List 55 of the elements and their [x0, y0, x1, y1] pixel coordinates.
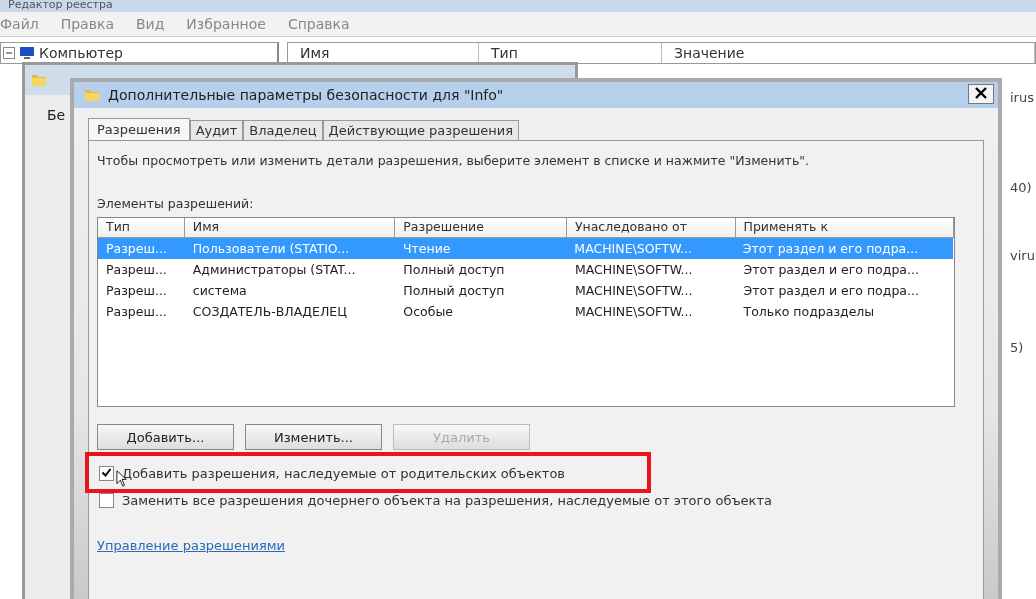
close-icon: [975, 87, 987, 99]
description-text: Чтобы просмотреть или изменить детали разрешения, выберите элемент в списке и нажмите "Изменить".: [97, 153, 810, 168]
table-cell-text: Этот раздел и его подра...: [742, 262, 920, 277]
table-cell-text: СОЗДАТЕЛЬ-ВЛАДЕЛЕЦ: [191, 304, 348, 319]
table-cell-text: Этот раздел и его подра...: [741, 241, 920, 256]
tab[interactable]: Разрешения: [88, 118, 190, 140]
dialog-title: Дополнительные параметры безопасности для "Info": [108, 87, 504, 103]
column-header[interactable]: Применять к: [735, 218, 954, 238]
checkbox[interactable]: [99, 466, 114, 481]
table-row[interactable]: Разреш... система Полный доступ MACHINE\SOFTW... Этот раздел и его подра...: [98, 280, 954, 301]
table-cell-text: Чтение: [401, 241, 452, 256]
close-button[interactable]: [968, 84, 994, 104]
tab[interactable]: Владелец: [243, 120, 323, 140]
table-cell-text: MACHINE\SOFTW...: [573, 283, 694, 298]
table-row[interactable]: Разреш... СОЗДАТЕЛЬ-ВЛАДЕЛЕЦ Особые MACHINE\SOFTW... Только подразделы: [98, 301, 954, 322]
manage-permissions-link[interactable]: Управление разрешениями: [97, 538, 285, 553]
column-header[interactable]: Унаследовано от: [566, 218, 736, 238]
table-cell-text: Пользователи (STATIO...: [191, 241, 351, 256]
table-cell-text: Этот раздел и его подра...: [742, 283, 920, 298]
folder-icon: [31, 72, 47, 88]
table-cell-text: система: [191, 283, 248, 298]
checkbox-label[interactable]: Добавить разрешения, наследуемые от родительских объектов: [122, 466, 565, 481]
action-button[interactable]: Добавить...: [97, 424, 234, 450]
collapse-icon[interactable]: [3, 47, 15, 59]
column-header[interactable]: Тип: [98, 218, 185, 238]
table-row[interactable]: Разреш... Администраторы (STAT... Полный доступ MACHINE\SOFTW... Этот раздел и его подра...: [98, 259, 954, 280]
table-cell-text: MACHINE\SOFTW...: [573, 241, 693, 256]
column-header[interactable]: Значение: [662, 43, 1035, 63]
table-cell-text: Полный доступ: [402, 283, 506, 298]
checkbox[interactable]: [99, 493, 114, 508]
table-cell-text: Разреш...: [105, 283, 168, 298]
table-cell-text: Полный доступ: [402, 262, 506, 277]
table-cell-text: Разреш...: [105, 304, 168, 319]
value-text: viru: [1010, 248, 1035, 263]
value-text: 5): [1010, 340, 1024, 355]
value-text: irus: [1010, 90, 1034, 105]
column-header[interactable]: Имя: [184, 218, 396, 238]
value-text: 40): [1010, 180, 1032, 195]
table-cell-text: Разреш...: [105, 262, 168, 277]
action-button[interactable]: Изменить...: [245, 424, 382, 450]
tab[interactable]: Аудит: [189, 120, 244, 140]
column-header[interactable]: Разрешение: [395, 218, 567, 238]
table-cell-text: Только подразделы: [742, 304, 876, 319]
list-label: Элементы разрешений:: [97, 196, 255, 211]
window-title: Редактор реестра: [8, 0, 113, 11]
monitor-icon: [19, 46, 35, 60]
table-cell-text: Разреш...: [105, 241, 168, 256]
table-cell-text: MACHINE\SOFTW...: [573, 304, 694, 319]
table-cell-text: Особые: [402, 304, 454, 319]
tab[interactable]: Действующие разрешения: [322, 120, 520, 140]
label-text: Бе: [47, 107, 66, 123]
checkbox-label[interactable]: Заменить все разрешения дочернего объекта на разрешения, наследуемые от этого объекта: [122, 493, 772, 508]
table-cell-text: Администраторы (STAT...: [191, 262, 357, 277]
table-cell-text: MACHINE\SOFTW...: [573, 262, 694, 277]
folder-icon: [84, 87, 100, 103]
